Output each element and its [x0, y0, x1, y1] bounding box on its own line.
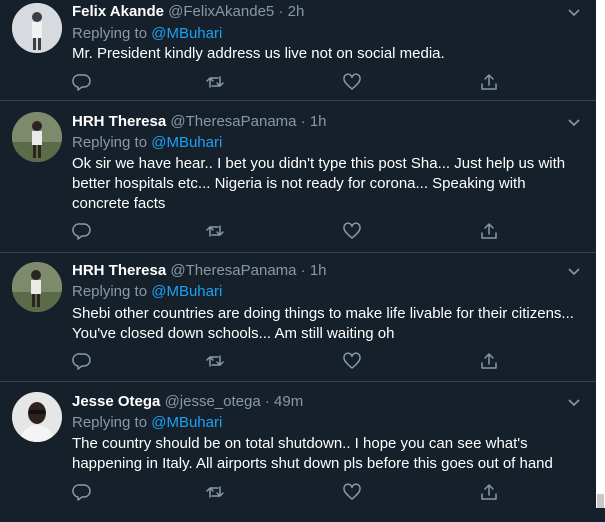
like-icon[interactable] — [342, 221, 362, 241]
retweet-icon[interactable] — [205, 482, 225, 502]
timestamp[interactable]: 1h — [310, 262, 327, 279]
share-icon[interactable] — [479, 72, 499, 92]
tweet-header: HRH Theresa @TheresaPanama · 1h — [72, 112, 327, 132]
tweet[interactable]: HRH Theresa @TheresaPanama · 1h Replying… — [0, 101, 596, 253]
separator-dot: · — [300, 262, 306, 279]
scrollbar-thumb[interactable] — [597, 494, 604, 508]
replying-prefix: Replying to — [72, 134, 148, 151]
chevron-down-icon[interactable] — [566, 394, 582, 410]
author-name[interactable]: Jesse Otega — [72, 393, 160, 410]
tweet-actions — [72, 72, 572, 92]
share-icon[interactable] — [479, 482, 499, 502]
author-handle[interactable]: @FelixAkande5 — [168, 3, 274, 20]
tweet-header: HRH Theresa @TheresaPanama · 1h — [72, 261, 327, 281]
separator-dot: · — [264, 393, 270, 410]
reply-icon[interactable] — [72, 72, 92, 92]
author-handle[interactable]: @TheresaPanama — [170, 113, 296, 130]
separator-dot: · — [300, 113, 306, 130]
mention-link[interactable]: @MBuhari — [151, 25, 222, 42]
author-handle[interactable]: @jesse_otega — [165, 393, 261, 410]
chevron-down-icon[interactable] — [566, 4, 582, 20]
scrollbar-track[interactable] — [596, 0, 605, 508]
chevron-down-icon[interactable] — [566, 263, 582, 279]
replying-to: Replying to @MBuhari — [72, 282, 222, 302]
tweet-header: Jesse Otega @jesse_otega · 49m — [72, 392, 303, 412]
like-icon[interactable] — [342, 482, 362, 502]
tweet-text: Mr. President kindly address us live not… — [72, 45, 445, 62]
timestamp[interactable]: 2h — [288, 3, 305, 20]
separator-dot: · — [278, 3, 284, 20]
retweet-icon[interactable] — [205, 221, 225, 241]
retweet-icon[interactable] — [205, 351, 225, 371]
replying-prefix: Replying to — [72, 414, 148, 431]
replying-to: Replying to @MBuhari — [72, 133, 222, 153]
tweet-text: Ok sir we have hear.. I bet you didn't t… — [72, 155, 566, 212]
tweet-text: Shebi other countries are doing things t… — [72, 305, 574, 342]
replying-to: Replying to @MBuhari — [72, 24, 222, 44]
avatar[interactable] — [12, 392, 62, 442]
mention-link[interactable]: @MBuhari — [151, 134, 222, 151]
tweet-actions — [72, 482, 572, 502]
tweet-text: The country should be on total shutdown.… — [72, 435, 553, 472]
replying-prefix: Replying to — [72, 283, 148, 300]
reply-icon[interactable] — [72, 351, 92, 371]
like-icon[interactable] — [342, 351, 362, 371]
share-icon[interactable] — [479, 351, 499, 371]
retweet-icon[interactable] — [205, 72, 225, 92]
share-icon[interactable] — [479, 221, 499, 241]
tweet-actions — [72, 351, 572, 371]
timestamp[interactable]: 49m — [274, 393, 303, 410]
timestamp[interactable]: 1h — [310, 113, 327, 130]
author-name[interactable]: HRH Theresa — [72, 113, 166, 130]
avatar[interactable] — [12, 262, 62, 312]
author-name[interactable]: Felix Akande — [72, 3, 164, 20]
reply-icon[interactable] — [72, 221, 92, 241]
tweet[interactable]: HRH Theresa @TheresaPanama · 1h Replying… — [0, 253, 596, 382]
tweet[interactable]: Felix Akande @FelixAkande5 · 2h Replying… — [0, 0, 596, 101]
tweet-header: Felix Akande @FelixAkande5 · 2h — [72, 2, 304, 22]
author-name[interactable]: HRH Theresa — [72, 262, 166, 279]
chevron-down-icon[interactable] — [566, 114, 582, 130]
reply-icon[interactable] — [72, 482, 92, 502]
reply-feed: Felix Akande @FelixAkande5 · 2h Replying… — [0, 0, 596, 508]
like-icon[interactable] — [342, 72, 362, 92]
tweet-actions — [72, 221, 572, 241]
avatar[interactable] — [12, 3, 62, 53]
tweet[interactable]: Jesse Otega @jesse_otega · 49m Replying … — [0, 382, 596, 522]
mention-link[interactable]: @MBuhari — [151, 283, 222, 300]
mention-link[interactable]: @MBuhari — [151, 414, 222, 431]
author-handle[interactable]: @TheresaPanama — [170, 262, 296, 279]
avatar[interactable] — [12, 112, 62, 162]
replying-prefix: Replying to — [72, 25, 148, 42]
replying-to: Replying to @MBuhari — [72, 413, 222, 433]
